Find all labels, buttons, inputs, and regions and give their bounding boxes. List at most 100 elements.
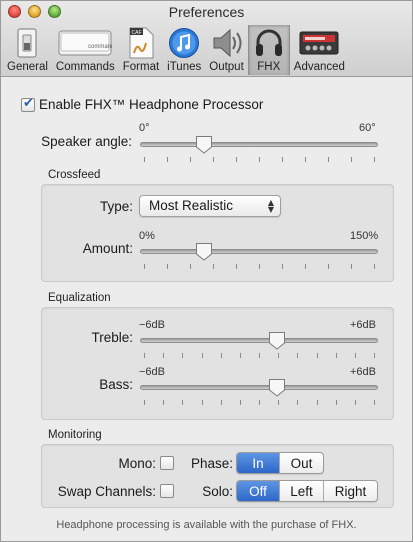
- command-key-icon: command: [58, 26, 112, 60]
- itunes-note-icon: [168, 26, 200, 60]
- mono-label: Mono:: [118, 456, 156, 471]
- solo-off-segment[interactable]: Off: [237, 481, 280, 501]
- slider-knob[interactable]: [268, 331, 286, 350]
- slider-track: [140, 249, 378, 254]
- slider-tick: [316, 400, 318, 405]
- slider-tick: [213, 264, 214, 269]
- toolbar-commands-label: Commands: [55, 61, 115, 73]
- slider-tick: [374, 353, 375, 358]
- slider-tick: [351, 157, 352, 162]
- slider-tick: [259, 157, 260, 162]
- toolbar-fhx[interactable]: FHX: [247, 25, 290, 75]
- toolbar-format[interactable]: CAF Format: [119, 25, 163, 75]
- solo-left-segment[interactable]: Left: [280, 481, 324, 501]
- crossfeed-type-select[interactable]: Most Realistic ▲ ▼: [139, 195, 281, 217]
- swap-channels-checkbox[interactable]: [160, 484, 174, 498]
- slider-tick: [239, 353, 241, 358]
- slider-tick: [259, 353, 260, 358]
- toolbar-itunes[interactable]: iTunes: [163, 25, 205, 75]
- slider-tick: [144, 264, 145, 269]
- audio-device-icon: [299, 26, 339, 60]
- slider-tick: [236, 264, 237, 269]
- slider-tick: [259, 400, 260, 405]
- toolbar-general[interactable]: General: [3, 25, 52, 75]
- enable-fhx-label: Enable FHX™ Headphone Processor: [39, 97, 264, 112]
- slider-tick: [328, 157, 329, 162]
- slider-tick: [163, 400, 165, 405]
- slider-tick: [144, 400, 145, 405]
- slider-ticks: [144, 157, 375, 162]
- enable-fhx-row: Enable FHX™ Headphone Processor: [21, 96, 264, 112]
- slider-tick: [278, 353, 280, 358]
- toolbar-itunes-label: iTunes: [167, 61, 202, 73]
- speaker-angle-label: Speaker angle:: [41, 134, 132, 149]
- slider-tick: [282, 264, 283, 269]
- purchase-notice: Headphone processing is available with t…: [56, 519, 357, 531]
- phase-label: Phase:: [190, 456, 233, 471]
- toolbar-advanced-label: Advanced: [293, 61, 345, 73]
- preferences-window: Preferences General command Commands CAF…: [0, 0, 413, 542]
- slider-tick: [239, 400, 241, 405]
- svg-text:command: command: [88, 44, 112, 50]
- title-bar: Preferences General command Commands CAF…: [1, 1, 412, 77]
- toolbar-format-label: Format: [122, 61, 160, 73]
- slider-tick: [354, 353, 356, 358]
- mono-checkbox[interactable]: [160, 456, 174, 470]
- preferences-toolbar: General command Commands CAF Format iTun…: [3, 25, 349, 77]
- slider-tick: [213, 157, 214, 162]
- crossfeed-title: Crossfeed: [48, 169, 101, 181]
- swap-channels-label: Swap Channels:: [57, 484, 156, 499]
- treble-label: Treble:: [91, 330, 133, 345]
- slider-tick: [144, 353, 145, 358]
- slider-tick: [297, 400, 299, 405]
- crossfeed-type-value: Most Realistic: [149, 198, 234, 213]
- crossfeed-amount-label: Amount:: [82, 241, 133, 256]
- slider-tick: [374, 264, 375, 269]
- toolbar-fhx-label: FHX: [257, 61, 281, 73]
- slider-tick: [335, 353, 337, 358]
- toolbar-output[interactable]: Output: [205, 25, 248, 75]
- phase-in-segment[interactable]: In: [237, 453, 280, 473]
- solo-segmented-control: Off Left Right: [236, 480, 378, 502]
- slider-tick: [167, 157, 168, 162]
- slider-tick: [167, 264, 168, 269]
- enable-fhx-checkbox[interactable]: [21, 96, 35, 112]
- slider-track: [140, 338, 378, 343]
- treble-slider[interactable]: [140, 329, 378, 358]
- general-switch-icon: [11, 26, 43, 60]
- caf-document-icon: CAF: [126, 26, 156, 60]
- slider-track: [140, 385, 378, 390]
- slider-tick: [190, 157, 191, 162]
- slider-tick: [201, 400, 203, 405]
- equalization-title: Equalization: [48, 292, 111, 304]
- slider-tick: [354, 400, 356, 405]
- monitoring-title: Monitoring: [48, 429, 102, 441]
- svg-text:CAF: CAF: [131, 30, 141, 36]
- solo-right-segment[interactable]: Right: [324, 481, 377, 501]
- slider-tick: [182, 400, 184, 405]
- bass-label: Bass:: [99, 377, 133, 392]
- slider-tick: [259, 264, 260, 269]
- slider-tick: [297, 353, 299, 358]
- slider-tick: [328, 264, 329, 269]
- crossfeed-amount-slider[interactable]: [140, 240, 378, 269]
- slider-knob[interactable]: [195, 242, 213, 261]
- slider-tick: [144, 157, 145, 162]
- speaker-angle-slider[interactable]: [140, 133, 378, 162]
- speaker-icon: [210, 26, 244, 60]
- slider-tick: [278, 400, 280, 405]
- headphones-icon: [253, 26, 285, 60]
- bass-slider[interactable]: [140, 376, 378, 405]
- toolbar-general-label: General: [7, 61, 48, 73]
- slider-tick: [374, 157, 375, 162]
- slider-knob[interactable]: [195, 135, 213, 154]
- slider-tick: [305, 157, 306, 162]
- toolbar-commands[interactable]: command Commands: [52, 25, 119, 75]
- updown-arrows-icon: ▲ ▼: [267, 198, 274, 214]
- slider-tick: [236, 157, 237, 162]
- slider-tick: [316, 353, 318, 358]
- phase-out-segment[interactable]: Out: [280, 453, 323, 473]
- toolbar-output-label: Output: [209, 61, 244, 73]
- slider-knob[interactable]: [268, 378, 286, 397]
- toolbar-advanced[interactable]: Advanced: [290, 25, 349, 75]
